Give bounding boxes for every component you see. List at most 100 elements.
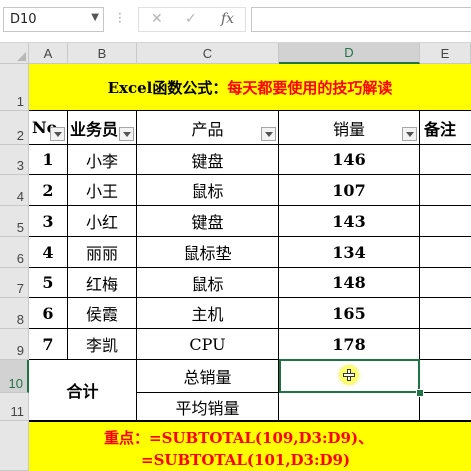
cell-e10[interactable] [420, 360, 471, 393]
cell-product-value: 键盘 [191, 213, 224, 232]
cell-sales-value: 148 [332, 273, 366, 292]
filter-dropdown-icon[interactable] [402, 127, 417, 141]
cell-sales-value: 165 [332, 303, 366, 323]
note-line-2: =SUBTOTAL(101,D3:D9) [141, 451, 351, 469]
select-all-button[interactable] [0, 43, 29, 64]
name-box[interactable]: D10 ▼ [3, 7, 104, 32]
cell-salesperson[interactable]: 小红 [68, 206, 137, 237]
cell-product[interactable]: 鼠标 [137, 175, 279, 206]
cell-salesperson[interactable]: 丽丽 [68, 237, 137, 268]
header-sales[interactable]: 销量 [279, 111, 420, 145]
cell-product-value: 鼠标 [191, 182, 224, 201]
cell-no-value: 6 [42, 303, 54, 323]
more-dots-icon: · · · [118, 7, 122, 29]
cell-product-value: 主机 [191, 305, 224, 324]
column-header-b[interactable]: B [68, 43, 137, 64]
header-no[interactable]: No [29, 111, 68, 145]
row-header-9[interactable]: 9 [0, 329, 29, 360]
cell-no[interactable]: 4 [29, 237, 68, 268]
cell-no[interactable]: 6 [29, 298, 68, 329]
cell-salesperson-value: 小红 [85, 213, 118, 232]
cell-remark[interactable] [420, 145, 471, 175]
cell-salesperson-value: 小王 [85, 182, 118, 201]
cell-salesperson[interactable]: 小李 [68, 145, 137, 175]
total-label-cell[interactable]: 合计 [29, 360, 137, 421]
cell-remark[interactable] [420, 175, 471, 206]
cell-product-value: CPU [189, 334, 226, 354]
cell-sales[interactable]: 146 [279, 145, 420, 175]
title-suffix: 每天都要使用的技巧解读 [227, 78, 393, 97]
cell-remark[interactable] [420, 329, 471, 360]
header-product[interactable]: 产品 [137, 111, 279, 145]
row-header-10[interactable]: 10 [0, 360, 29, 393]
row-header-2[interactable]: 2 [0, 111, 29, 145]
cell-cursor-icon [340, 366, 358, 384]
cell-product[interactable]: CPU [137, 329, 279, 360]
cell-no[interactable]: 1 [29, 145, 68, 175]
row-header-12[interactable] [0, 421, 29, 471]
cell-product-value: 键盘 [191, 151, 224, 171]
cell-sales[interactable]: 165 [279, 298, 420, 329]
cell-no[interactable]: 3 [29, 206, 68, 237]
row-header-4[interactable]: 4 [0, 175, 29, 206]
column-header-e[interactable]: E [420, 43, 471, 64]
column-header-c[interactable]: C [137, 43, 279, 64]
cell-product[interactable]: 鼠标 [137, 268, 279, 298]
cell-no[interactable]: 7 [29, 329, 68, 360]
cell-no-value: 1 [42, 150, 54, 169]
cell-no[interactable]: 2 [29, 175, 68, 206]
cell-remark[interactable] [420, 268, 471, 298]
filter-dropdown-icon[interactable] [119, 127, 134, 141]
cell-product[interactable]: 主机 [137, 298, 279, 329]
column-header-a[interactable]: A [29, 43, 68, 64]
title-prefix: Excel函数公式： [107, 78, 228, 97]
cell-sales[interactable]: 107 [279, 175, 420, 206]
row-header-8[interactable]: 8 [0, 298, 29, 329]
row-header-6[interactable]: 6 [0, 237, 29, 268]
cell-sales[interactable]: 134 [279, 237, 420, 268]
total-label: 合计 [66, 382, 99, 401]
title-cell[interactable]: Excel函数公式： 每天都要使用的技巧解读 [29, 64, 471, 111]
enter-icon[interactable]: ✓ [185, 11, 197, 27]
cell-salesperson[interactable]: 李凯 [68, 329, 137, 360]
cell-product[interactable]: 键盘 [137, 206, 279, 237]
column-header-d[interactable]: D [279, 43, 420, 64]
cell-remark[interactable] [420, 298, 471, 329]
cell-remark[interactable] [420, 237, 471, 268]
cell-product[interactable]: 鼠标垫 [137, 237, 279, 268]
insert-function-icon[interactable]: fx [221, 11, 234, 27]
cell-no-value: 3 [42, 211, 54, 231]
cell-product-value: 鼠标垫 [183, 244, 232, 263]
cell-sales[interactable]: 178 [279, 329, 420, 360]
cell-sales[interactable]: 143 [279, 206, 420, 237]
row-header-7[interactable]: 7 [0, 268, 29, 298]
row-header-1[interactable]: 1 [0, 64, 29, 111]
cell-salesperson-value: 丽丽 [85, 244, 118, 263]
filter-dropdown-icon[interactable] [261, 127, 276, 141]
cell-sales-value: 178 [332, 334, 366, 354]
filter-dropdown-icon[interactable] [50, 127, 65, 141]
note-banner[interactable]: 重点：=SUBTOTAL(109,D3:D9)、 =SUBTOTAL(101,D… [29, 421, 471, 471]
header-salesperson[interactable]: 业务员 [68, 111, 137, 145]
avg-sales-value-cell[interactable] [279, 393, 420, 421]
formula-input[interactable] [251, 7, 471, 32]
fill-handle[interactable] [416, 389, 424, 397]
cell-sales[interactable]: 148 [279, 268, 420, 298]
cell-salesperson[interactable]: 侯霞 [68, 298, 137, 329]
cancel-icon[interactable]: ✕ [151, 11, 163, 27]
header-remark-label: 备注 [424, 119, 457, 139]
chevron-down-icon[interactable]: ▼ [91, 12, 99, 23]
cell-remark[interactable] [420, 206, 471, 237]
row-header-5[interactable]: 5 [0, 206, 29, 237]
cell-salesperson-value: 李凯 [85, 336, 118, 355]
avg-sales-label-cell[interactable]: 平均销量 [137, 393, 279, 421]
header-remark[interactable]: 备注 [420, 111, 471, 145]
total-sales-label-cell[interactable]: 总销量 [137, 360, 279, 393]
row-header-11[interactable]: 11 [0, 393, 29, 421]
cell-salesperson[interactable]: 小王 [68, 175, 137, 206]
cell-e11[interactable] [420, 393, 471, 421]
cell-salesperson[interactable]: 红梅 [68, 268, 137, 298]
cell-no[interactable]: 5 [29, 268, 68, 298]
cell-product[interactable]: 键盘 [137, 145, 279, 175]
row-header-3[interactable]: 3 [0, 145, 29, 175]
